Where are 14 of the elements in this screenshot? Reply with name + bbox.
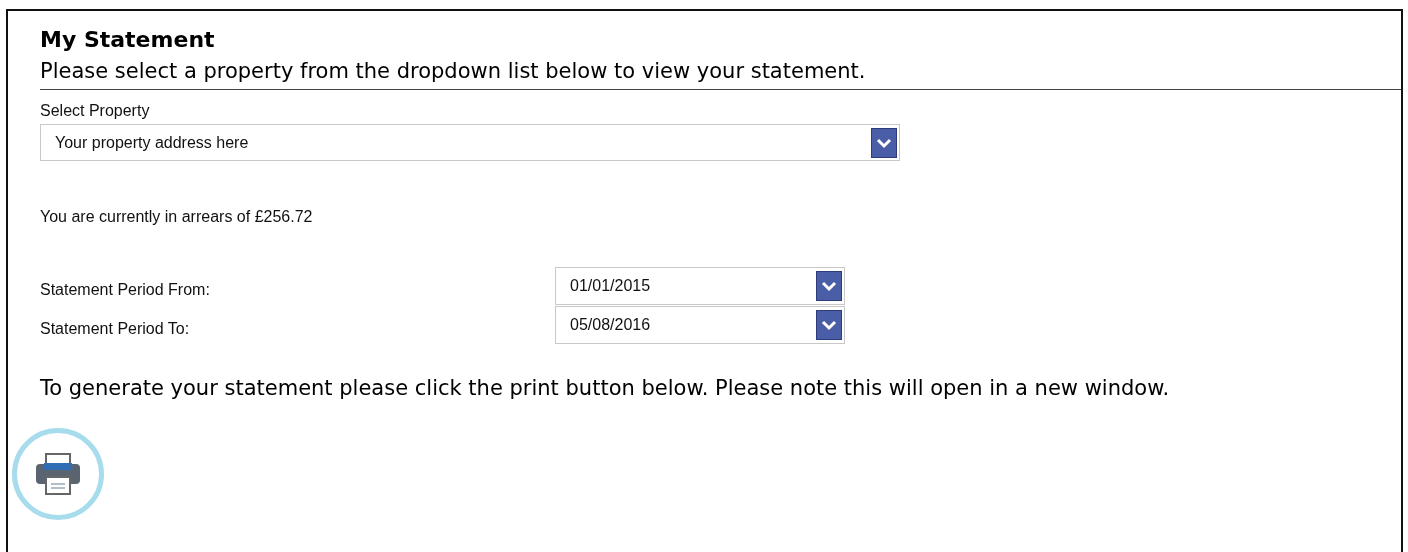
field-label: Statement Period From: — [40, 280, 211, 299]
arrears-text: You are currently in arrears of £256.72 — [40, 208, 314, 226]
page-title: My Statement — [40, 27, 216, 54]
chevron-down-icon[interactable] — [816, 271, 842, 301]
field-label: Select Property — [40, 102, 150, 120]
dropdown-field[interactable]: 01/01/2015 — [555, 267, 845, 305]
instruction-text: To generate your statement please click the print button below. Please note this will open in a new window. — [40, 376, 1171, 400]
printer-icon — [35, 453, 81, 495]
chevron-down-icon[interactable] — [816, 310, 842, 340]
dropdown-field[interactable]: Your property address here — [40, 124, 900, 161]
chevron-down-icon[interactable] — [871, 127, 897, 158]
field-label: Statement Period To: — [40, 319, 191, 338]
intro-text: Please select a property from the dropdown list below to view your statement. — [40, 59, 1401, 90]
dropdown-field[interactable]: 05/08/2016 — [555, 306, 845, 344]
